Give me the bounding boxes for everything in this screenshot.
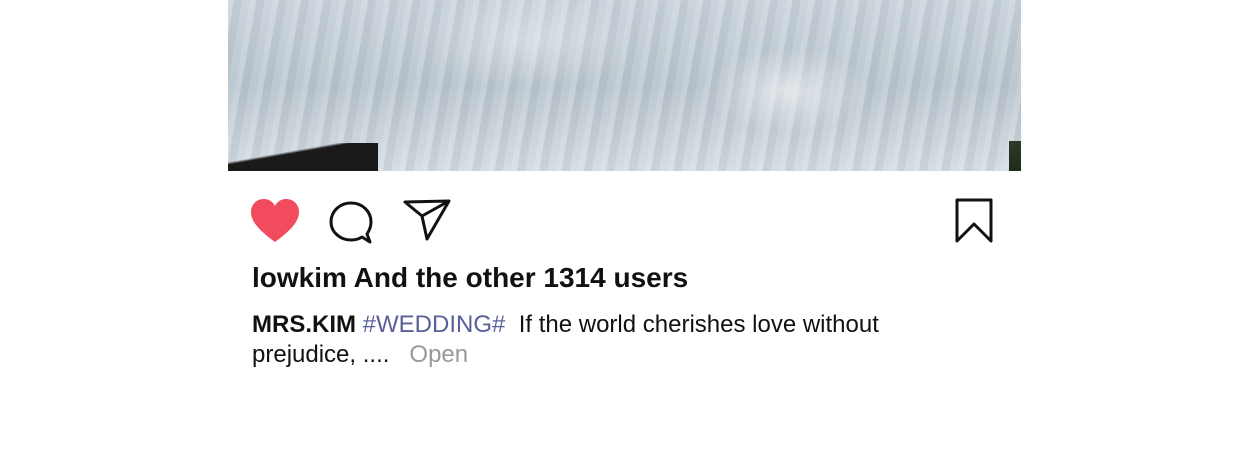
comment-bubble-icon[interactable] <box>328 200 374 246</box>
caption-text: If the world cherishes love without <box>518 311 879 338</box>
post-caption: MRS.KIM #WEDDING# If the world cherishes… <box>252 310 952 370</box>
caption-username[interactable]: MRS.KIM <box>252 311 356 338</box>
heart-icon[interactable] <box>250 198 300 244</box>
photo-shadow <box>228 143 378 171</box>
caption-hashtag[interactable]: #WEDDING# <box>363 311 506 338</box>
caption-text-continued: prejudice, .... <box>252 341 390 368</box>
likes-count[interactable]: lowkim And the other 1314 users <box>252 262 688 294</box>
caption-open-link[interactable]: Open <box>409 341 468 368</box>
photo-edge <box>1009 141 1021 171</box>
bookmark-icon[interactable] <box>955 198 993 244</box>
post-photo[interactable] <box>228 0 1021 171</box>
paper-plane-icon[interactable] <box>402 198 452 242</box>
